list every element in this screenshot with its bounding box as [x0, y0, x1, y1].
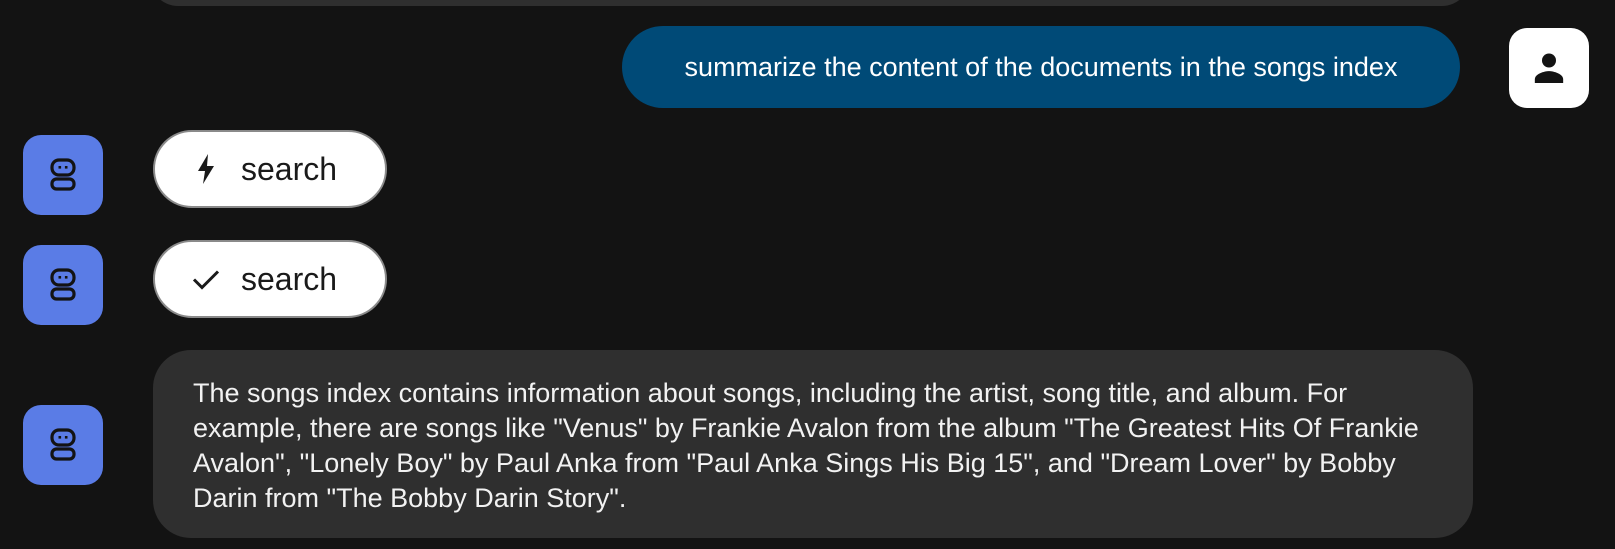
assistant-avatar [23, 405, 103, 485]
previous-message-bubble [150, 0, 1470, 6]
tool-call-chip-search-running[interactable]: search [153, 130, 387, 208]
assistant-avatar [23, 135, 103, 215]
tool-call-label: search [241, 260, 338, 297]
user-message-bubble: summarize the content of the documents i… [622, 26, 1460, 108]
robot-icon [50, 428, 76, 461]
check-icon [191, 264, 221, 294]
tool-call-label: search [241, 150, 338, 187]
user-message-text: summarize the content of the documents i… [684, 51, 1398, 82]
bolt-icon [191, 154, 221, 184]
robot-icon [50, 268, 76, 301]
assistant-message-text: The songs index contains information abo… [193, 378, 1419, 513]
user-avatar [1509, 28, 1589, 108]
tool-call-chip-search-done[interactable]: search [153, 240, 387, 318]
assistant-message-bubble: The songs index contains information abo… [153, 350, 1473, 538]
assistant-avatar [23, 245, 103, 325]
person-icon [1534, 53, 1564, 83]
robot-icon [50, 158, 76, 191]
